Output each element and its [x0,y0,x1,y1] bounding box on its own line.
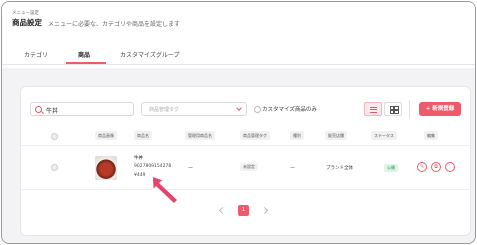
custom-only-label: カスタマイズ商品のみ [262,107,317,113]
tag-filter-placeholder: 商品管理タグ [149,107,180,113]
th-name: 商品名 [134,131,152,140]
new-register-button[interactable]: + 新規登録 [419,102,461,116]
table-row[interactable]: 牛丼 9027809154278 ¥449 ー 未設定 ー ブランド全体 公開 … [21,147,470,189]
toolbar-divider [409,100,410,118]
th-stores: 販売店舗 [325,131,347,140]
row-checkbox[interactable] [51,164,58,171]
th-admin-name: 管理用商品名 [185,131,215,140]
admin-name-cell: ー [188,166,194,172]
tab-customize-group[interactable]: カスタマイズグループ [120,50,179,59]
select-all-checkbox[interactable] [51,133,58,140]
page-current[interactable]: 1 [238,205,249,216]
search-value: 牛丼 [46,107,59,115]
th-image: 商品画像 [95,131,117,140]
row-divider [21,189,470,190]
tag-badge: 未設定 [240,163,258,171]
list-icon-line [370,111,377,113]
prev-page-icon[interactable] [218,206,227,215]
status-badge: 公開 [384,164,398,172]
table-header: 商品画像 商品名 管理用商品名 商品管理タグ 種別 販売店舗 ステータス 編集 [21,131,470,143]
product-price: ¥449 [134,173,146,178]
search-input[interactable]: 牛丼 [30,102,134,116]
list-icon [370,106,377,108]
product-name: 牛丼 [134,156,143,161]
product-image [95,156,117,180]
product-list-card: 牛丼 商品管理タグ カスタマイズ商品のみ + 新規登録 商品画像 商品名 管理用… [20,86,471,236]
custom-only-radio[interactable] [254,106,261,113]
th-tag: 商品管理タグ [240,131,270,140]
breadcrumb: メニュー設定 [12,11,39,16]
search-icon [35,106,42,113]
tab-category[interactable]: カテゴリ [24,50,48,59]
list-icon-line [370,109,377,111]
page-header: メニュー設定 商品設定 メニューに必要な、カテゴリや商品を設定します カテゴリ … [2,2,475,68]
th-edit: 編集 [424,131,438,140]
app-frame: メニュー設定 商品設定 メニューに必要な、カテゴリや商品を設定します カテゴリ … [1,1,476,244]
list-view-button[interactable] [364,102,382,116]
more-icon[interactable]: ⋮ [445,162,455,172]
chevron-down-icon [236,105,242,111]
row-divider [21,145,470,146]
grid-view-button[interactable] [384,102,402,116]
th-status: ステータス [371,131,397,140]
page-title: 商品設定 [12,18,42,27]
tab-products[interactable]: 商品 [78,50,90,59]
page-subtitle: メニューに必要な、カテゴリや商品を設定します [48,20,181,28]
th-type: 種別 [290,131,304,140]
copy-icon[interactable]: ⧉ [431,162,441,172]
next-page-icon[interactable] [260,206,269,215]
header-divider [2,64,475,65]
pointer-arrow-icon [151,175,179,205]
product-code: 9027809154278 [134,164,172,169]
tag-filter-select[interactable]: 商品管理タグ [141,102,247,116]
edit-icon[interactable]: ✎ [417,162,427,172]
stores-cell: ブランド全体 [326,166,353,171]
grid-icon-cell [394,109,399,115]
type-cell: ー [290,166,296,172]
